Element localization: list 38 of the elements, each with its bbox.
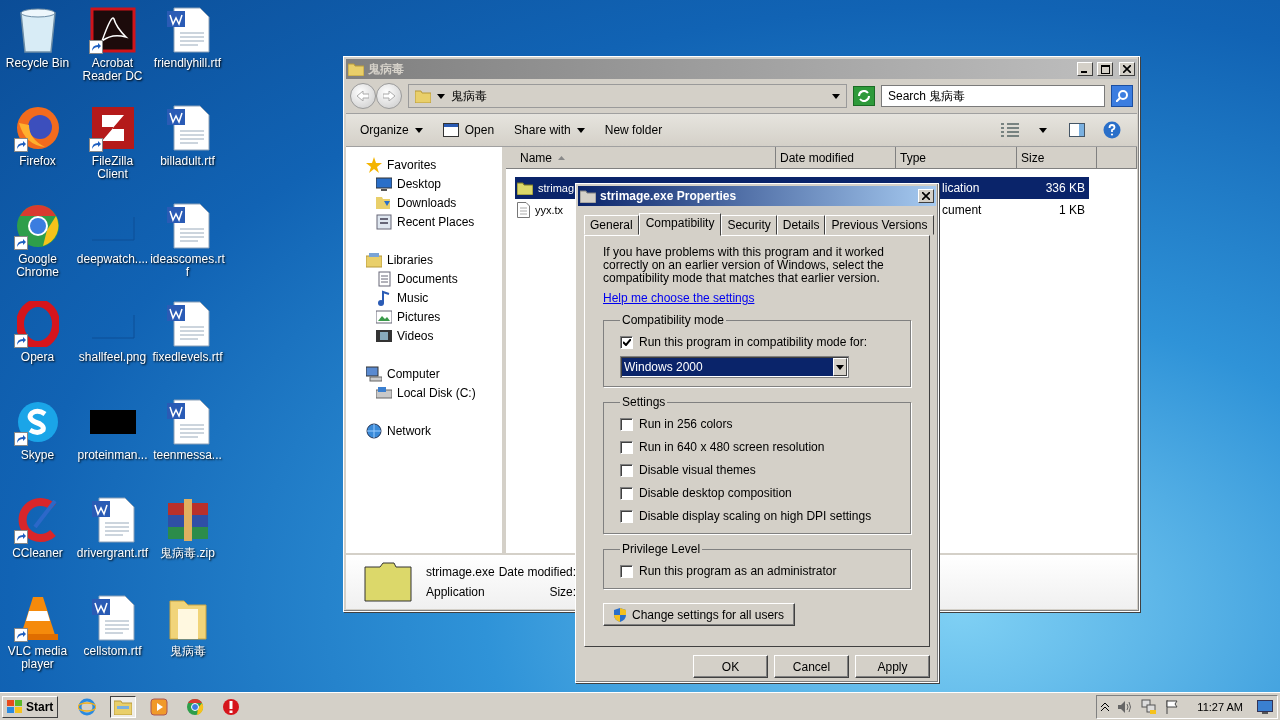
icon-label: drivergrant.rtf (75, 547, 150, 560)
file-type: lication (942, 181, 980, 195)
icon-label: fixedlevels.rtf (151, 351, 224, 364)
file-size: 336 KB (1045, 181, 1085, 195)
window-title: 鬼病毒 (368, 60, 405, 78)
icon-label: friendlyhill.rtf (152, 57, 223, 70)
icon-label: VLC media player (6, 645, 69, 671)
icon-label: cellstom.rtf (82, 645, 143, 658)
group-title: Compatibility mode (621, 313, 726, 327)
icon-label: deepwatch.... (75, 253, 150, 266)
detail-label: Date modified: (498, 565, 577, 579)
detail-label: Size: (548, 585, 577, 599)
file-name: yyx.tx (535, 204, 564, 216)
icon-label: proteinman... (76, 449, 149, 462)
file-type: cument (942, 203, 982, 217)
icon-label: CCleaner (11, 547, 64, 560)
icon-label: ideascomes.rtf (150, 253, 225, 279)
icon-label: Recycle Bin (4, 57, 71, 70)
icon-label: billadult.rtf (159, 155, 216, 168)
dialog-title: strimage.exe Properties (600, 189, 738, 203)
icon-label: Opera (19, 351, 56, 364)
icon-label: FileZilla Client (90, 155, 135, 181)
file-size: 1 KB (1059, 203, 1085, 217)
icon-label: Google Chrome (15, 253, 60, 279)
file-name: strimage.exe (426, 565, 495, 579)
intro-text: If you have problems with this program and it worked correctly on an earlier version of Windows, select the compatibility mode that matches that earlier version. (603, 246, 885, 285)
file-name: strimag (538, 182, 575, 194)
icon-label: 鬼病毒 (168, 645, 207, 658)
file-type: Application (426, 585, 486, 599)
address-text: 鬼病毒 (451, 87, 488, 105)
group-title: Privilege Level (621, 542, 702, 556)
icon-label: Acrobat Reader DC (81, 57, 144, 83)
icon-label: 鬼病毒.zip (159, 547, 216, 560)
icon-label: shallfeel.png (77, 351, 148, 364)
icon-label: Skype (19, 449, 56, 462)
icon-label: teenmessa... (152, 449, 223, 462)
group-title: Settings (621, 395, 667, 409)
icon-label: Firefox (18, 155, 57, 168)
